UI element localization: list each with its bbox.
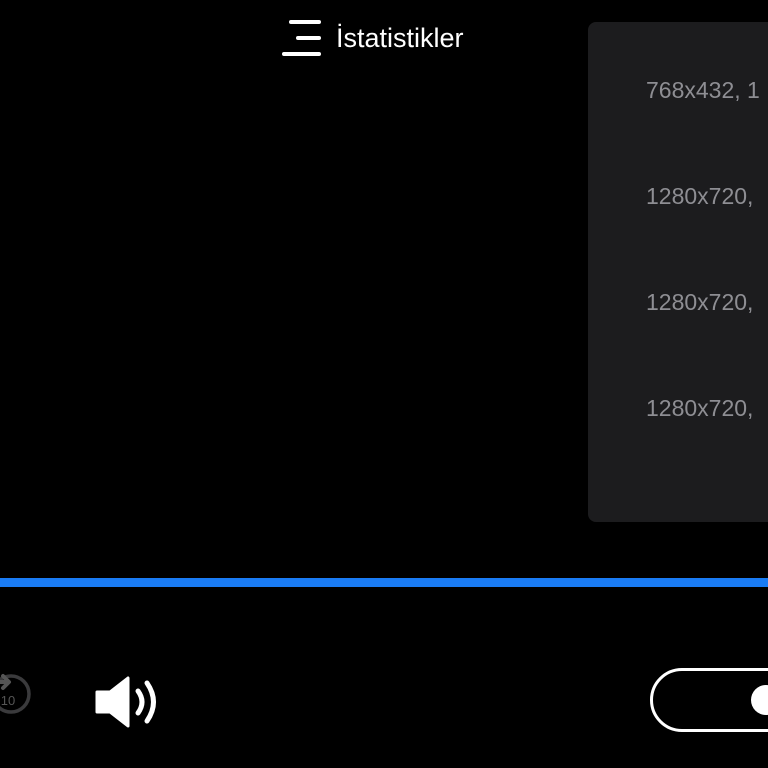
resolution-menu: 768x432, 1 1280x720, 1280x720, 1280x720,: [588, 22, 768, 522]
skip-forward-10-icon[interactable]: 10: [0, 664, 36, 714]
progress-bar[interactable]: [0, 578, 768, 587]
toggle-knob: [751, 685, 768, 715]
resolution-option[interactable]: 768x432, 1: [646, 76, 760, 104]
toggle-switch[interactable]: [650, 668, 768, 732]
resolution-option[interactable]: 1280x720,: [646, 288, 753, 316]
resolution-option[interactable]: 1280x720,: [646, 394, 753, 422]
stats-title: İstatistikler: [336, 23, 464, 53]
volume-icon[interactable]: [94, 674, 166, 730]
progress-fill: [0, 578, 768, 587]
stats-toggle[interactable]: İstatistikler: [282, 16, 464, 60]
stats-menu-icon: [282, 20, 321, 56]
skip-seconds-label: 10: [1, 693, 15, 708]
resolution-option[interactable]: 1280x720,: [646, 182, 753, 210]
video-player: İstatistikler 768x432, 1 1280x720, 1280x…: [0, 0, 768, 768]
